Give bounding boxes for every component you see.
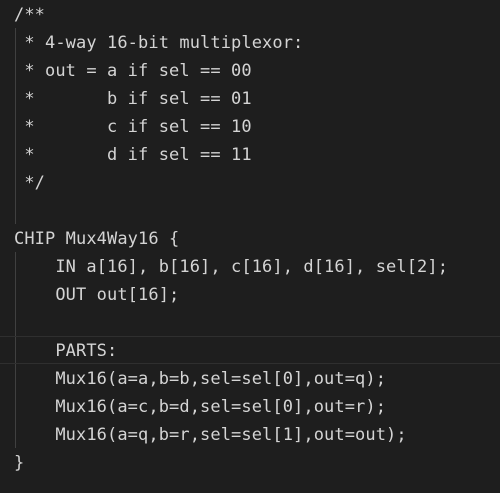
code-line-13[interactable]: PARTS: (14, 337, 117, 365)
code-line-2[interactable]: * 4-way 16-bit multiplexor: (14, 29, 303, 57)
code-line-14[interactable]: Mux16(a=a,b=b,sel=sel[0],out=q); (14, 365, 386, 393)
code-line-6[interactable]: * d if sel == 11 (14, 141, 252, 169)
code-line-3[interactable]: * out = a if sel == 00 (14, 57, 252, 85)
code-line-5[interactable]: * c if sel == 10 (14, 113, 252, 141)
code-line-7[interactable]: */ (14, 169, 45, 197)
code-line-10[interactable]: IN a[16], b[16], c[16], d[16], sel[2]; (14, 253, 448, 281)
code-line-1[interactable]: /** (14, 1, 45, 29)
code-line-9[interactable]: CHIP Mux4Way16 { (14, 225, 179, 253)
code-editor[interactable]: /** * 4-way 16-bit multiplexor: * out = … (0, 0, 500, 493)
code-line-17[interactable]: } (14, 449, 24, 477)
code-line-15[interactable]: Mux16(a=c,b=d,sel=sel[0],out=r); (14, 393, 386, 421)
code-line-16[interactable]: Mux16(a=q,b=r,sel=sel[1],out=out); (14, 421, 407, 449)
code-line-11[interactable]: OUT out[16]; (14, 281, 179, 309)
code-line-4[interactable]: * b if sel == 01 (14, 85, 252, 113)
